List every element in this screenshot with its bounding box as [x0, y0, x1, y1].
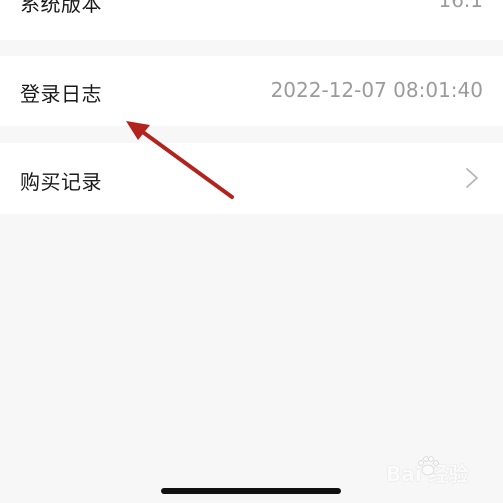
home-indicator[interactable] — [161, 488, 341, 494]
settings-row-purchase-history[interactable]: 购买记录 — [0, 143, 503, 214]
version-value: 16.1 — [438, 0, 483, 12]
login-log-label: 登录日志 — [20, 82, 102, 106]
chevron-right-icon — [466, 168, 478, 188]
purchase-history-label: 购买记录 — [20, 170, 102, 194]
login-log-timestamp: 2022-12-07 08:01:40 — [270, 78, 483, 102]
settings-row-login-log[interactable]: 登录日志 2022-12-07 08:01:40 — [0, 56, 503, 126]
paw-logo-icon — [418, 456, 439, 476]
version-label: 系统版本 — [20, 0, 102, 16]
watermark: Bai 经验 — [386, 452, 498, 488]
settings-row-version: 系统版本 16.1 — [0, 0, 503, 40]
